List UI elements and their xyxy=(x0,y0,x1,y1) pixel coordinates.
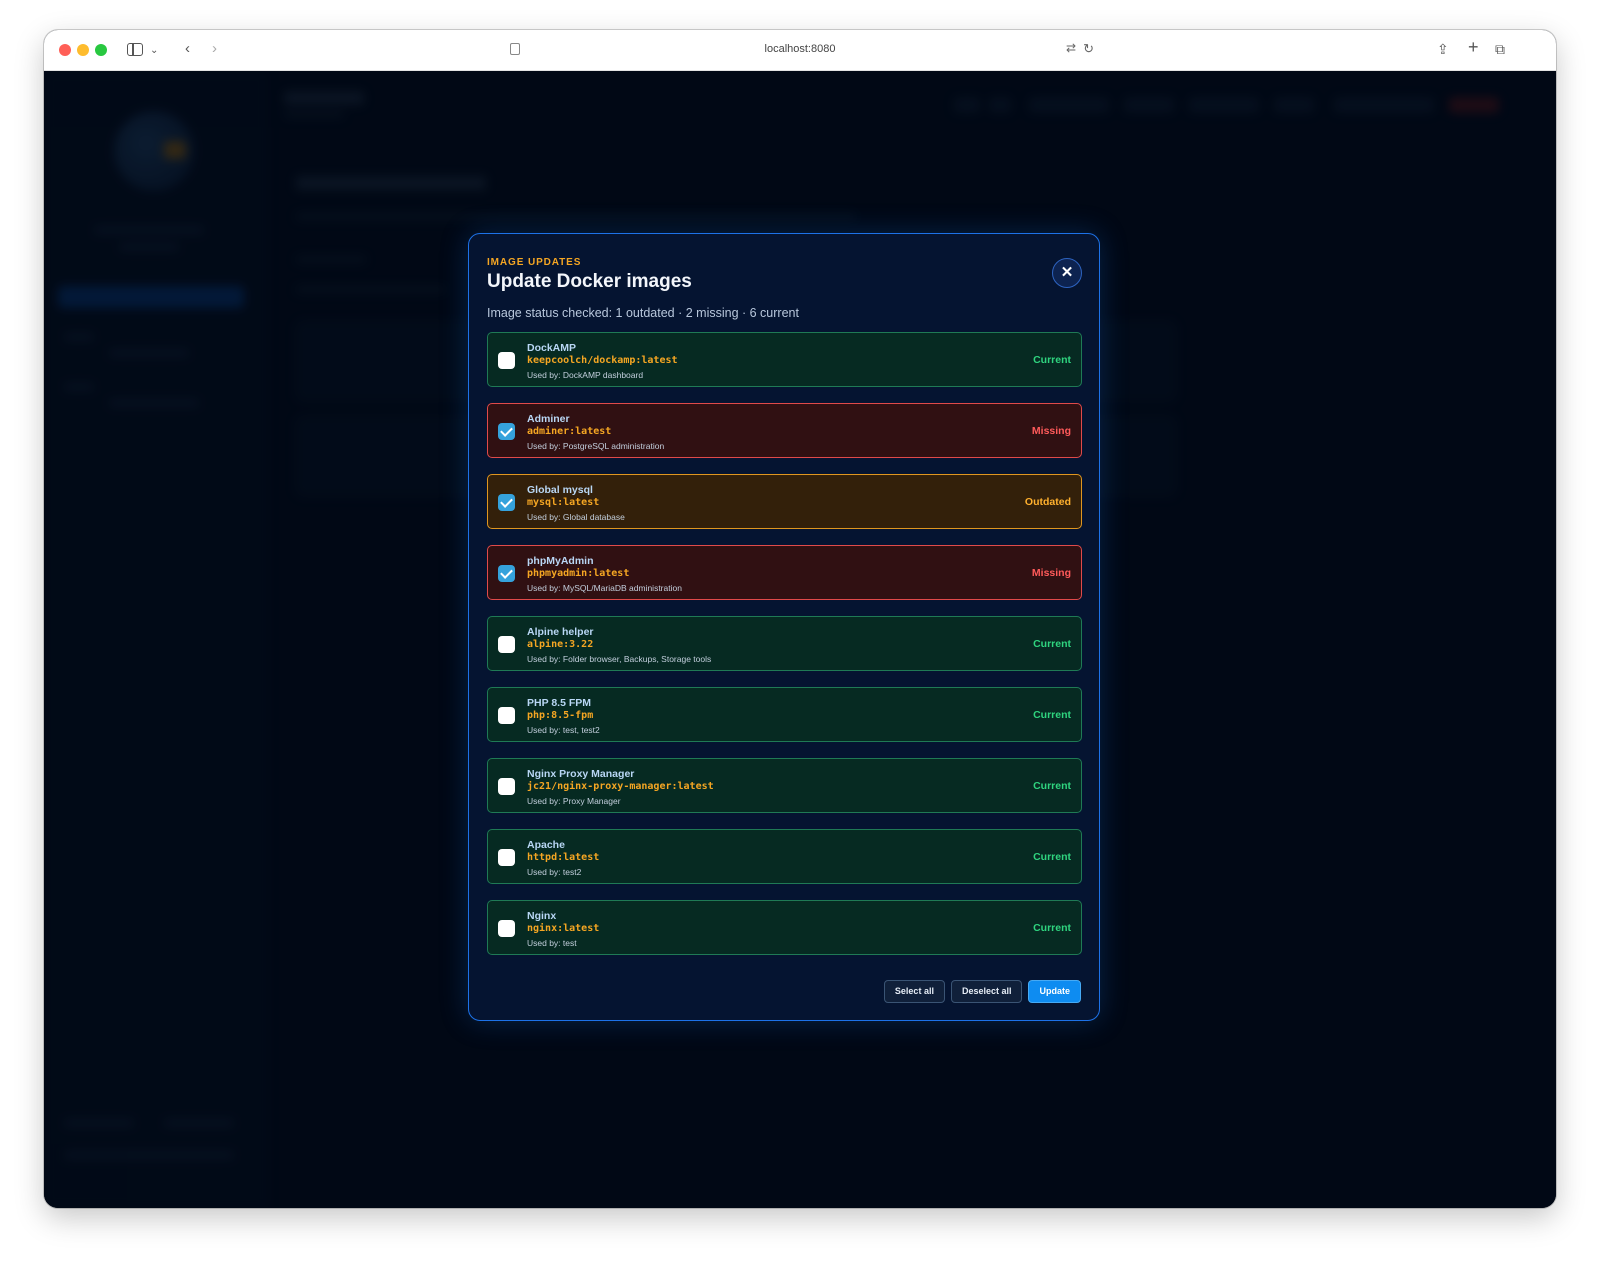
image-row-nginx-proxy-manager[interactable]: Nginx Proxy Manager jc21/nginx-proxy-man… xyxy=(487,758,1082,813)
modal-title: Update Docker images xyxy=(487,271,692,292)
image-used-by: Used by: Proxy Manager xyxy=(527,796,621,806)
sidebar-toggle-icon[interactable] xyxy=(127,43,143,56)
image-name: phpMyAdmin xyxy=(527,555,594,567)
image-tag: httpd:latest xyxy=(527,852,600,863)
checkbox[interactable] xyxy=(498,423,515,440)
image-tag: nginx:latest xyxy=(527,923,600,934)
status-summary: Image status checked: 1 outdated · 2 mis… xyxy=(487,306,799,320)
status-badge: Current xyxy=(1033,922,1071,934)
image-name: Alpine helper xyxy=(527,626,594,638)
update-images-modal: IMAGE UPDATES Update Docker images ✕ Ima… xyxy=(468,233,1100,1021)
image-used-by: Used by: Folder browser, Backups, Storag… xyxy=(527,654,712,664)
back-arrow-icon[interactable]: ‹ xyxy=(185,39,190,59)
image-tag: phpmyadmin:latest xyxy=(527,568,630,579)
app-background: IMAGE UPDATES Update Docker images ✕ Ima… xyxy=(44,71,1556,1208)
new-tab-icon[interactable]: + xyxy=(1468,37,1479,57)
image-row-nginx[interactable]: Nginx nginx:latest Used by: test Current xyxy=(487,900,1082,955)
tab-overview-icon[interactable]: ⧉ xyxy=(1495,39,1505,59)
browser-toolbar: ⌄ ‹ › localhost:8080 ⇄ ↻ ⇪ + ⧉ xyxy=(44,30,1556,71)
image-used-by: Used by: PostgreSQL administration xyxy=(527,441,665,451)
url-text: localhost:8080 xyxy=(764,43,836,55)
address-bar[interactable]: localhost:8080 ⇄ ↻ xyxy=(494,37,1106,63)
image-row-dockamp[interactable]: DockAMP keepcoolch/dockamp:latest Used b… xyxy=(487,332,1082,387)
zoom-window-button[interactable] xyxy=(95,44,107,56)
status-badge: Missing xyxy=(1031,425,1071,437)
image-tag: php:8.5-fpm xyxy=(527,710,594,721)
image-row-apache[interactable]: Apache httpd:latest Used by: test2 Curre… xyxy=(487,829,1082,884)
image-name: Global mysql xyxy=(527,484,593,496)
image-name: Nginx xyxy=(527,910,557,922)
image-row-alpine-helper[interactable]: Alpine helper alpine:3.22 Used by: Folde… xyxy=(487,616,1082,671)
forward-arrow-icon[interactable]: › xyxy=(212,39,217,59)
image-name: Apache xyxy=(527,839,565,851)
reload-icon[interactable]: ↻ xyxy=(1083,41,1094,57)
status-badge: Current xyxy=(1033,638,1071,650)
image-used-by: Used by: Global database xyxy=(527,512,625,522)
image-row-phpmyadmin[interactable]: phpMyAdmin phpmyadmin:latest Used by: My… xyxy=(487,545,1082,600)
share-icon[interactable]: ⇪ xyxy=(1437,39,1449,59)
image-tag: jc21/nginx-proxy-manager:latest xyxy=(527,781,714,792)
close-icon[interactable]: ✕ xyxy=(1052,258,1082,288)
translate-icon[interactable]: ⇄ xyxy=(1066,41,1076,55)
checkbox[interactable] xyxy=(498,707,515,724)
image-list: DockAMP keepcoolch/dockamp:latest Used b… xyxy=(487,332,1082,971)
chevron-down-icon[interactable]: ⌄ xyxy=(150,41,158,61)
image-used-by: Used by: test, test2 xyxy=(527,725,600,735)
close-window-button[interactable] xyxy=(59,44,71,56)
image-row-global-mysql[interactable]: Global mysql mysql:latest Used by: Globa… xyxy=(487,474,1082,529)
checkbox[interactable] xyxy=(498,352,515,369)
status-badge: Current xyxy=(1033,709,1071,721)
image-tag: keepcoolch/dockamp:latest xyxy=(527,355,678,366)
status-badge: Outdated xyxy=(1024,496,1071,508)
update-button[interactable]: Update xyxy=(1028,980,1081,1003)
image-row-php-fpm[interactable]: PHP 8.5 FPM php:8.5-fpm Used by: test, t… xyxy=(487,687,1082,742)
image-tag: adminer:latest xyxy=(527,426,612,437)
deselect-all-button[interactable]: Deselect all xyxy=(950,980,1023,1003)
image-row-adminer[interactable]: Adminer adminer:latest Used by: PostgreS… xyxy=(487,403,1082,458)
select-all-button[interactable]: Select all xyxy=(883,980,945,1003)
modal-footer: Select all Deselect all Update xyxy=(883,980,1081,1003)
browser-window: ⌄ ‹ › localhost:8080 ⇄ ↻ ⇪ + ⧉ IMAGE UPD… xyxy=(44,30,1556,1208)
status-badge: Current xyxy=(1033,851,1071,863)
image-name: Nginx Proxy Manager xyxy=(527,768,635,780)
checkbox[interactable] xyxy=(498,778,515,795)
image-tag: mysql:latest xyxy=(527,497,600,508)
modal-eyebrow: IMAGE UPDATES xyxy=(487,257,582,268)
status-badge: Missing xyxy=(1031,567,1071,579)
checkbox[interactable] xyxy=(498,636,515,653)
checkbox[interactable] xyxy=(498,494,515,511)
checkbox[interactable] xyxy=(498,920,515,937)
image-used-by: Used by: test2 xyxy=(527,867,582,877)
image-used-by: Used by: MySQL/MariaDB administration xyxy=(527,583,682,593)
minimize-window-button[interactable] xyxy=(77,44,89,56)
checkbox[interactable] xyxy=(498,849,515,866)
image-used-by: Used by: test xyxy=(527,938,577,948)
status-badge: Current xyxy=(1033,780,1071,792)
image-name: Adminer xyxy=(527,413,570,425)
image-name: DockAMP xyxy=(527,342,577,354)
image-used-by: Used by: DockAMP dashboard xyxy=(527,370,644,380)
image-name: PHP 8.5 FPM xyxy=(527,697,591,709)
status-badge: Current xyxy=(1033,354,1071,366)
image-tag: alpine:3.22 xyxy=(527,639,594,650)
checkbox[interactable] xyxy=(498,565,515,582)
